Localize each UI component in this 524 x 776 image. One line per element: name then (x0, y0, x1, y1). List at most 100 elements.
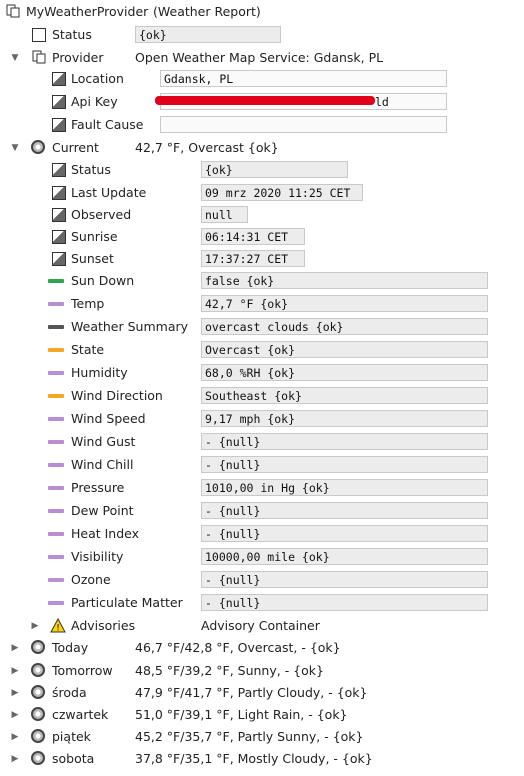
expand-toggle-icon[interactable]: ▶ (10, 754, 20, 764)
point-color-icon (48, 440, 64, 444)
weather-icon (31, 751, 45, 765)
point-color-icon (48, 555, 64, 559)
current-status-label: Status (71, 162, 111, 177)
observed-value[interactable]: null (201, 206, 248, 223)
point-color-icon (48, 371, 64, 375)
wind-speed-label: Wind Speed (71, 411, 146, 426)
advisories-value: Advisory Container (201, 618, 320, 633)
forecast-day-label: Tomorrow (52, 663, 113, 678)
observed-label: Observed (71, 207, 132, 222)
point-color-icon (48, 302, 64, 306)
dew-point-label: Dew Point (71, 503, 134, 518)
root-title: MyWeatherProvider (26, 4, 149, 19)
weather-icon (31, 640, 45, 654)
particulate-matter-label: Particulate Matter (71, 595, 183, 610)
point-color-icon (48, 601, 64, 605)
sun-down-value[interactable]: false {ok} (201, 272, 488, 289)
point-color-icon (48, 532, 64, 536)
heat-index-value[interactable]: - {null} (201, 525, 488, 542)
wind-direction-label: Wind Direction (71, 388, 163, 403)
last-update-value[interactable]: 09 mrz 2020 11:25 CET (201, 184, 363, 201)
weather-icon (31, 729, 45, 743)
expand-toggle-icon[interactable]: ▶ (10, 643, 20, 653)
sunrise-label: Sunrise (71, 229, 118, 244)
expand-toggle-icon[interactable]: ▶ (30, 621, 40, 631)
forecast-day-value: 48,5 °F/39,2 °F, Sunny, - {ok} (135, 663, 324, 678)
expand-toggle-icon[interactable]: ▼ (10, 53, 20, 63)
property-icon (52, 208, 66, 222)
advisory-warning-icon: ! (50, 617, 66, 634)
heat-index-label: Heat Index (71, 526, 140, 541)
forecast-day-value: 51,0 °F/39,1 °F, Light Rain, - {ok} (135, 707, 348, 722)
pressure-label: Pressure (71, 480, 125, 495)
point-color-icon (48, 578, 64, 582)
property-icon (52, 186, 66, 200)
wind-chill-label: Wind Chill (71, 457, 134, 472)
expand-toggle-icon[interactable]: ▶ (10, 710, 20, 720)
status-label: Status (52, 27, 92, 42)
wind-speed-value[interactable]: 9,17 mph {ok} (201, 410, 488, 427)
fault-cause-label: Fault Cause (71, 117, 144, 132)
sunset-label: Sunset (71, 251, 114, 266)
sunrise-value[interactable]: 06:14:31 CET (201, 228, 305, 245)
state-value[interactable]: Overcast {ok} (201, 341, 488, 358)
location-field[interactable]: Gdansk, PL (160, 70, 447, 87)
sun-down-label: Sun Down (71, 273, 135, 288)
forecast-day-label: środa (52, 685, 87, 700)
forecast-day-label: czwartek (52, 707, 109, 722)
state-label: State (71, 342, 105, 357)
weather-summary-label: Weather Summary (71, 319, 189, 334)
expand-toggle-icon[interactable]: ▶ (10, 666, 20, 676)
weather-icon (31, 140, 45, 154)
visibility-label: Visibility (71, 549, 124, 564)
point-color-icon (48, 394, 64, 398)
forecast-day-value: 45,2 °F/35,7 °F, Partly Sunny, - {ok} (135, 729, 364, 744)
pressure-value[interactable]: 1010,00 in Hg {ok} (201, 479, 488, 496)
expand-toggle-icon[interactable]: ▶ (10, 688, 20, 698)
forecast-day-label: piątek (52, 729, 91, 744)
last-update-label: Last Update (71, 185, 147, 200)
expand-toggle-icon[interactable]: ▶ (10, 732, 20, 742)
weather-icon (31, 663, 45, 677)
point-color-icon (48, 348, 64, 352)
forecast-day-value: 47,9 °F/41,7 °F, Partly Cloudy, - {ok} (135, 685, 368, 700)
provider-icon (32, 50, 46, 64)
point-color-icon (48, 325, 64, 329)
ozone-value[interactable]: - {null} (201, 571, 488, 588)
status-value[interactable]: {ok} (135, 26, 281, 43)
wind-gust-label: Wind Gust (71, 434, 136, 449)
current-value: 42,7 °F, Overcast {ok} (135, 140, 279, 155)
wind-chill-value[interactable]: - {null} (201, 456, 488, 473)
visibility-value[interactable]: 10000,00 mile {ok} (201, 548, 488, 565)
forecast-day-label: sobota (52, 751, 95, 766)
expand-toggle-icon[interactable]: ▼ (10, 143, 20, 153)
humidity-value[interactable]: 68,0 %RH {ok} (201, 364, 488, 381)
property-icon (52, 252, 66, 266)
particulate-matter-value[interactable]: - {null} (201, 594, 488, 611)
property-icon (52, 72, 66, 86)
fault-cause-field[interactable] (160, 116, 447, 133)
wind-direction-value[interactable]: Southeast {ok} (201, 387, 488, 404)
property-icon (52, 230, 66, 244)
dew-point-value[interactable]: - {null} (201, 502, 488, 519)
current-label: Current (52, 140, 99, 155)
api-key-label: Api Key (71, 94, 118, 109)
sunset-value[interactable]: 17:37:27 CET (201, 250, 305, 267)
point-color-icon (48, 486, 64, 490)
temp-value[interactable]: 42,7 °F {ok} (201, 295, 488, 312)
forecast-day-label: Today (52, 640, 89, 655)
forecast-day-value: 37,8 °F/35,1 °F, Mostly Cloudy, - {ok} (135, 751, 373, 766)
point-color-icon (48, 509, 64, 513)
advisories-label: Advisories (71, 618, 136, 633)
point-color-icon (48, 463, 64, 467)
provider-value: Open Weather Map Service: Gdansk, PL (135, 50, 384, 65)
temp-label: Temp (71, 296, 105, 311)
wind-gust-value[interactable]: - {null} (201, 433, 488, 450)
property-icon (52, 163, 66, 177)
redaction-mark (155, 96, 375, 105)
forecast-day-value: 46,7 °F/42,8 °F, Overcast, - {ok} (135, 640, 341, 655)
current-status-value[interactable]: {ok} (201, 161, 348, 178)
provider-label: Provider (52, 50, 104, 65)
point-color-icon (48, 417, 64, 421)
weather-summary-value[interactable]: overcast clouds {ok} (201, 318, 488, 335)
